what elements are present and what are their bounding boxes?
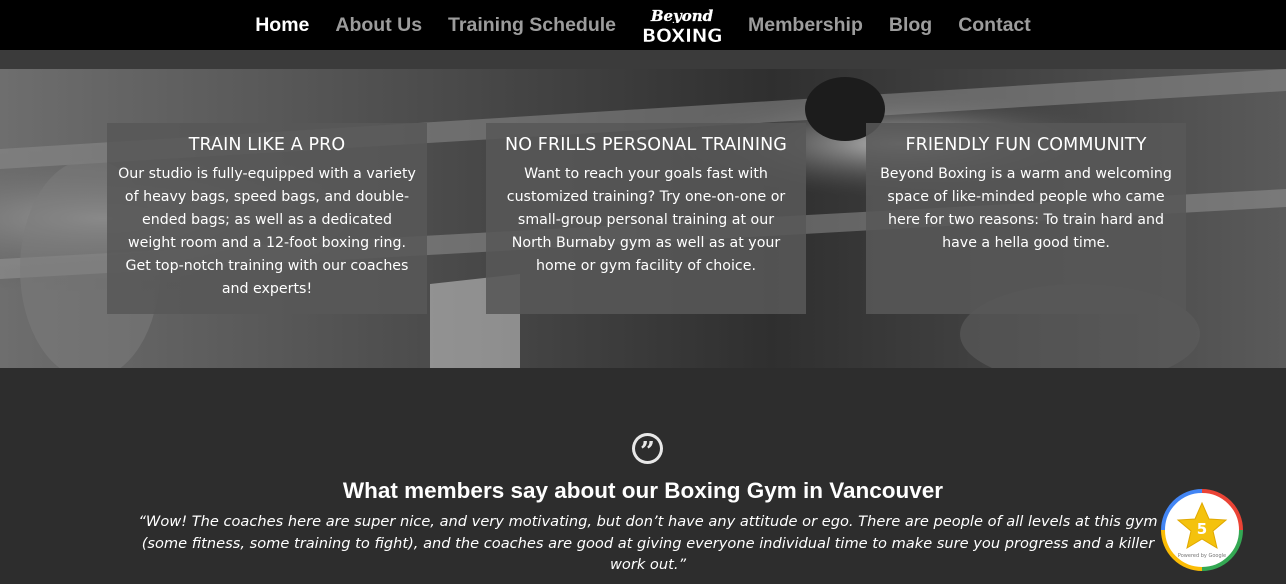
rating-caption: Powered by Google bbox=[1178, 553, 1226, 559]
feature-text: Our studio is fully-equipped with a vari… bbox=[118, 166, 416, 297]
nav-item-blog[interactable]: Blog bbox=[889, 14, 932, 37]
quote-icon: ” bbox=[632, 433, 663, 464]
svg-text:”: ” bbox=[640, 437, 655, 464]
feature-card-train-like-a-pro: TRAIN LIKE A PRO Our studio is fully-equ… bbox=[107, 123, 427, 314]
nav-logo[interactable]: Beyond BOXING bbox=[643, 3, 721, 47]
rating-value: 5 bbox=[1197, 520, 1207, 538]
nav-link-membership[interactable]: Membership bbox=[748, 14, 863, 36]
nav-link-about-us[interactable]: About Us bbox=[335, 14, 422, 36]
top-navigation: Home About Us Training Schedule Beyond B… bbox=[0, 0, 1286, 50]
feature-title: NO FRILLS PERSONAL TRAINING bbox=[505, 135, 787, 155]
logo-text-beyond: Beyond bbox=[650, 7, 714, 25]
nav-item-home[interactable]: Home bbox=[255, 14, 309, 37]
nav-divider-strip bbox=[0, 50, 1286, 69]
hero-section: TRAIN LIKE A PRO Our studio is fully-equ… bbox=[0, 69, 1286, 368]
feature-title: TRAIN LIKE A PRO bbox=[188, 135, 346, 155]
beyond-boxing-logo[interactable]: Beyond BOXING bbox=[643, 3, 721, 47]
nav-link-contact[interactable]: Contact bbox=[958, 14, 1031, 36]
nav-link-home[interactable]: Home bbox=[255, 14, 309, 36]
feature-text: Beyond Boxing is a warm and welcoming sp… bbox=[880, 166, 1172, 251]
feature-card-personal-training: NO FRILLS PERSONAL TRAINING Want to reac… bbox=[486, 123, 806, 314]
nav-link-training-schedule[interactable]: Training Schedule bbox=[448, 14, 616, 36]
nav-item-about-us[interactable]: About Us bbox=[335, 14, 422, 37]
nav-link-blog[interactable]: Blog bbox=[889, 14, 932, 36]
nav-menu: Home About Us Training Schedule Beyond B… bbox=[242, 3, 1044, 47]
nav-item-membership[interactable]: Membership bbox=[748, 14, 863, 37]
google-rating-badge[interactable]: 5 Powered by Google bbox=[1161, 489, 1243, 571]
feature-card-community: FRIENDLY FUN COMMUNITY Beyond Boxing is … bbox=[866, 123, 1186, 314]
feature-text: Want to reach your goals fast with custo… bbox=[506, 166, 786, 274]
nav-item-training-schedule[interactable]: Training Schedule bbox=[448, 14, 616, 37]
nav-item-contact[interactable]: Contact bbox=[958, 14, 1031, 37]
logo-text-boxing: BOXING bbox=[643, 25, 721, 47]
feature-title: FRIENDLY FUN COMMUNITY bbox=[905, 135, 1147, 155]
testimonial-quote: “Wow! The coaches here are super nice, a… bbox=[138, 513, 1158, 573]
testimonials-section: ” What members say about our Boxing Gym … bbox=[0, 368, 1286, 584]
testimonials-heading: What members say about our Boxing Gym in… bbox=[342, 478, 944, 503]
